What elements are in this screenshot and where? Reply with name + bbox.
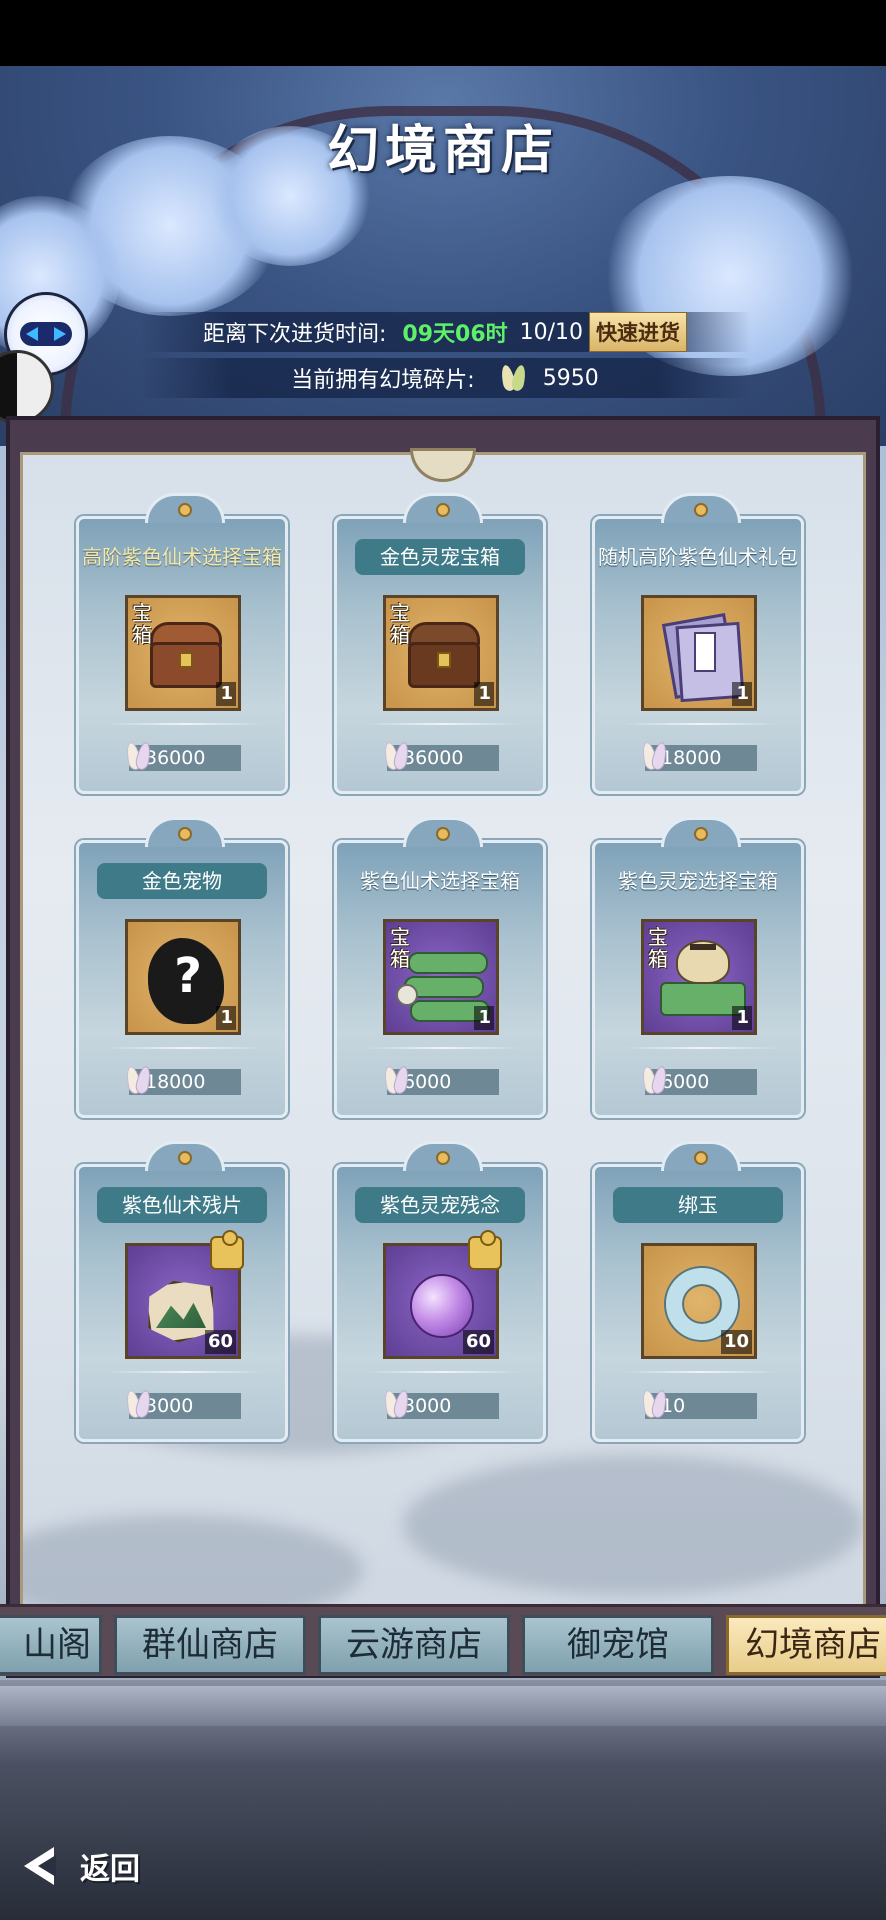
shop-item[interactable]: 金色灵宠宝箱 宝箱 1 36000 [334,493,546,794]
item-quantity: 60 [204,1330,236,1354]
shop-info: 距离下次进货时间: 09天06时 10/10 快速进货 当前拥有幻境碎片: 59… [140,312,750,412]
shard-icon [123,1063,153,1095]
page-title: 幻境商店 [326,120,559,181]
back-arrow-icon [20,1841,74,1891]
item-name: 高阶紫色仙术选择宝箱 [82,545,282,569]
item-grid: 高阶紫色仙术选择宝箱 宝箱 1 36000 金色灵宠宝箱 宝箱 1 36000 … [76,493,806,1446]
item-name: 绑玉 [613,1187,783,1223]
tab-shange[interactable]: 山阁 [0,1615,102,1675]
item-quantity: 10 [720,1330,752,1354]
card-pin [694,503,708,517]
tab-qunxian-shop[interactable]: 群仙商店 [114,1615,306,1675]
card-pin [694,1151,708,1165]
card-pin [436,1151,450,1165]
assistant-icon [20,322,72,346]
back-label: 返回 [80,1852,140,1887]
item-name: 随机高阶紫色仙术礼包 [598,545,798,569]
shard-icon [381,1387,411,1419]
divider [105,723,265,725]
shop-tabs: 山阁 群仙商店 云游商店 御宠馆 幻境商店 [0,1604,886,1676]
tab-yunyou-shop[interactable]: 云游商店 [318,1615,510,1675]
railing-decoration [0,1686,886,1726]
divider [105,1047,265,1049]
shop-item[interactable]: 随机高阶紫色仙术礼包 1 18000 [592,493,804,794]
item-quantity: 1 [216,682,236,706]
shard-icon [381,739,411,771]
shard-icon [499,363,529,393]
shard-icon [123,1387,153,1419]
shop-item[interactable]: 紫色仙术残片 60 3000 [76,1141,288,1442]
divider [363,723,523,725]
shard-icon [639,739,669,771]
item-slot: 宝箱 1 [641,919,757,1035]
item-tag: 宝箱 [648,925,668,971]
shop-item[interactable]: 高阶紫色仙术选择宝箱 宝箱 1 36000 [76,493,288,794]
item-slot: 宝箱 1 [383,595,499,711]
status-bar [0,0,886,66]
item-tag: 宝箱 [390,601,410,647]
item-name: 金色灵宠宝箱 [355,539,525,575]
shop-item[interactable]: 紫色仙术选择宝箱 宝箱 1 6000 [334,817,546,1118]
card-pin [178,827,192,841]
divider [105,1371,265,1373]
divider [363,1371,523,1373]
item-quantity: 1 [474,1006,494,1030]
shop-item[interactable]: 紫色灵宠选择宝箱 宝箱 1 6000 [592,817,804,1118]
item-slot: 宝箱 1 [125,595,241,711]
item-name: 金色宠物 [97,863,267,899]
divider [621,723,781,725]
card-pin [436,827,450,841]
item-tag: 宝箱 [132,601,152,647]
divider [363,1047,523,1049]
restock-label: 距离下次进货时间: [202,322,387,347]
mist-decoration [403,1455,863,1595]
shard-icon [639,1387,669,1419]
quick-restock-button[interactable]: 快速进货 [589,312,688,352]
shard-label: 当前拥有幻境碎片: [291,368,475,393]
shard-row: 当前拥有幻境碎片: 5950 [140,358,750,398]
divider [621,1047,781,1049]
item-slot: 60 [383,1230,502,1359]
shard-amount: 5950 [542,365,599,391]
restock-count: 10/10 [519,319,584,345]
item-quantity: 60 [462,1330,494,1354]
item-quantity: 1 [732,1006,752,1030]
tab-yuchong-hall[interactable]: 御宠馆 [522,1615,714,1675]
item-slot: 1 [641,595,757,711]
restock-timer: 09天06时 [402,322,508,347]
puzzle-icon [468,1230,502,1270]
shard-icon [639,1063,669,1095]
card-pin [436,503,450,517]
back-button[interactable]: 返回 [20,1836,170,1896]
shop-item[interactable]: 紫色灵宠残念 60 3000 [334,1141,546,1442]
shop-item[interactable]: 金色宠物 ? 1 18000 [76,817,288,1118]
item-tag: 宝箱 [390,925,410,971]
card-pin [178,503,192,517]
item-slot: 10 [641,1243,757,1359]
item-name: 紫色仙术残片 [97,1187,267,1223]
card-pin [694,827,708,841]
item-slot: 60 [125,1230,244,1359]
card-pin [178,1151,192,1165]
item-name: 紫色灵宠选择宝箱 [618,869,778,893]
item-slot: ? 1 [125,919,241,1035]
divider [621,1371,781,1373]
item-name: 紫色灵宠残念 [355,1187,525,1223]
item-quantity: 1 [732,682,752,706]
shard-icon [381,1063,411,1095]
tab-huanjing-shop[interactable]: 幻境商店 [726,1615,886,1675]
restock-row: 距离下次进货时间: 09天06时 10/10 快速进货 [140,312,750,352]
item-slot: 宝箱 1 [383,919,499,1035]
item-name: 紫色仙术选择宝箱 [360,869,520,893]
item-quantity: 1 [216,1006,236,1030]
item-quantity: 1 [474,682,494,706]
shop-item[interactable]: 绑玉 10 10 [592,1141,804,1442]
shard-icon [123,739,153,771]
puzzle-icon [210,1230,244,1270]
